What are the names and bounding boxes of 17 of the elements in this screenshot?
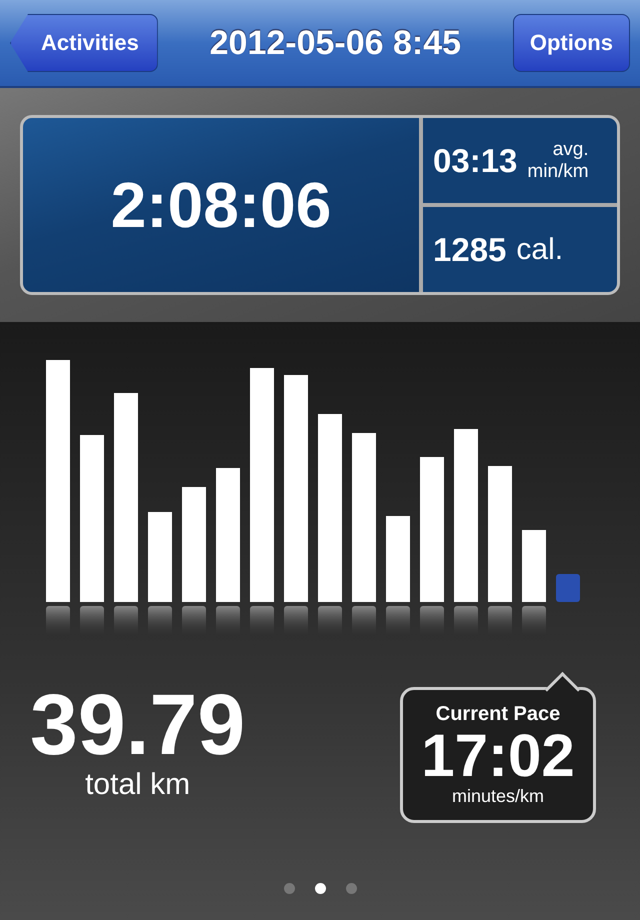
options-button[interactable]: Options — [512, 14, 630, 72]
calories-value: 1285 — [433, 230, 506, 268]
page-dot[interactable] — [284, 883, 294, 894]
duration-value: 2:08:06 — [110, 168, 332, 242]
current-pace-unit: minutes/km — [452, 786, 544, 807]
distance-unit: total km — [85, 768, 190, 802]
pace-unit: avg. — [552, 138, 589, 160]
screen-title: 2012-05-06 8:45 — [210, 24, 462, 62]
calories-unit: cal. — [516, 232, 564, 266]
current-pace-label: Current Pace — [436, 703, 560, 726]
pace-value: 03:13 — [433, 142, 518, 180]
page-dot[interactable] — [346, 883, 356, 894]
pace-unit: min/km — [527, 160, 589, 182]
current-pace-value: 17:02 — [421, 726, 575, 786]
distance-value: 39.79 — [30, 682, 246, 768]
page-dot[interactable] — [314, 883, 326, 894]
back-button[interactable]: Activities — [10, 14, 158, 72]
